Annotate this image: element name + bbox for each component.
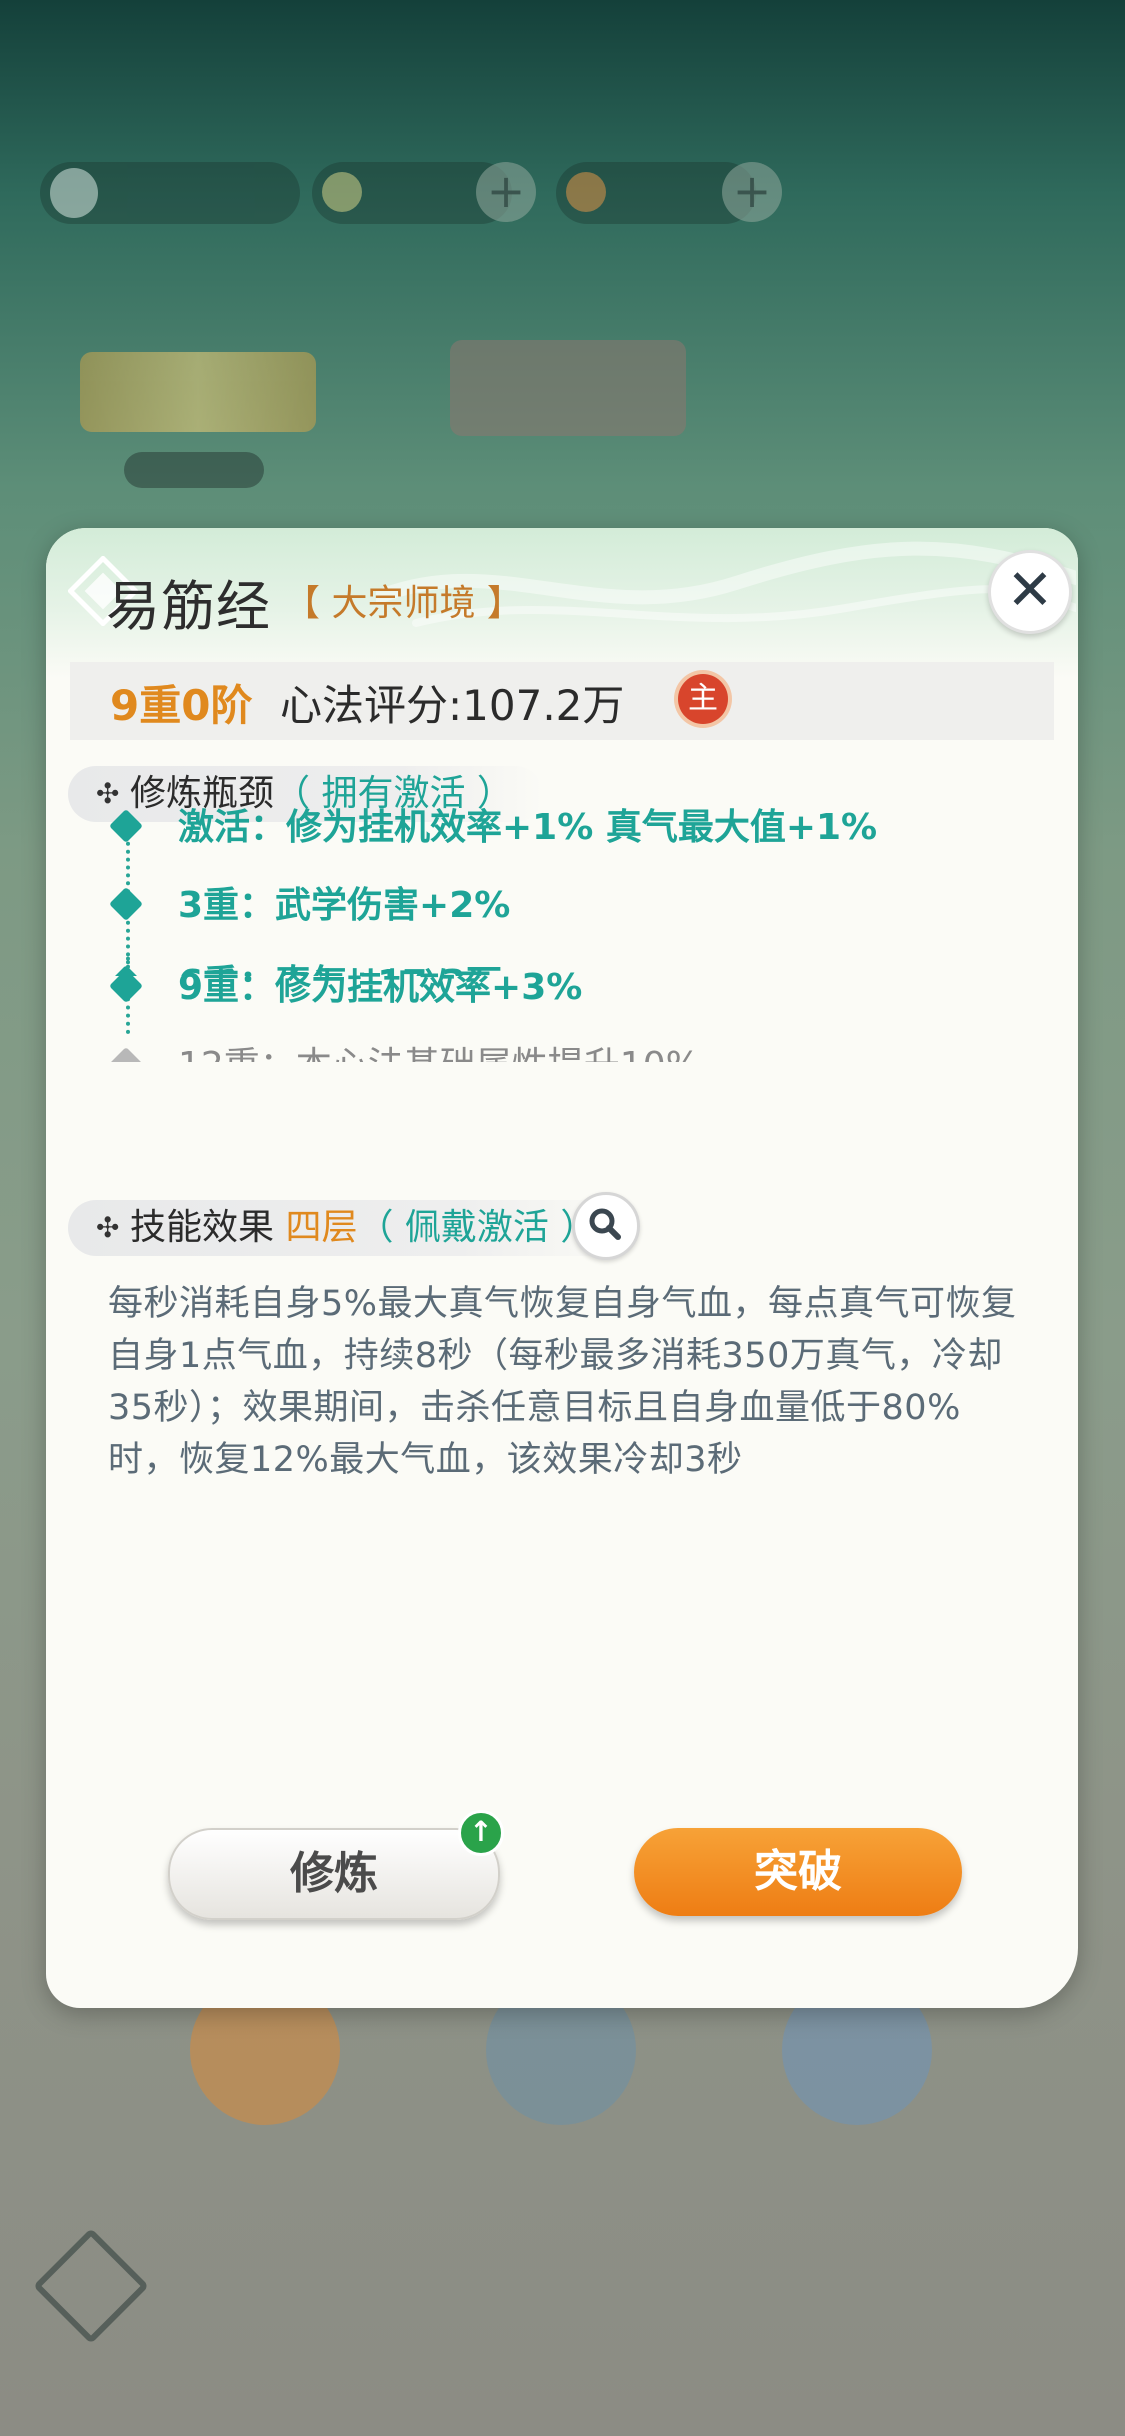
bottleneck-text: 3重：武学伤害+2% [178,885,511,926]
skill-status: （ 佩戴激活 ） [357,1207,597,1248]
active-gem-icon [109,887,143,921]
magnifier-icon [589,1208,621,1240]
main-badge: 主 [678,674,728,724]
level-text: 9重0阶 [110,681,253,730]
gold-leaf-icon [322,172,362,212]
skill-search-button[interactable] [572,1192,640,1260]
sparkle-icon: ✣ [96,1211,120,1244]
skill-tier: 四层 [285,1207,358,1248]
inactive-gem-icon [109,1047,143,1062]
active-gem-icon [109,969,143,1003]
list-item: 3重：武学伤害+2% [70,876,1030,936]
breakthrough-button[interactable]: 突破 [634,1828,962,1916]
fire-plus-icon[interactable]: + [722,162,782,222]
skill-detail-dialog: 易筋经 【 大宗师境 】 ✕ 9重0阶 心法评分:107.2万 主 ✣ 修炼瓶颈… [46,528,1078,2008]
skill-title: 易筋经 [106,575,271,638]
skill-description: 每秒消耗自身5%最大真气恢复自身气血，每点真气可恢复自身1点气血，持续8秒（每秒… [108,1284,1017,1480]
bottleneck-text: 激活：修为挂机效率+1% 真气最大值+1% [178,807,878,848]
list-item: 9重：修为挂机效率+3% [70,958,1030,1018]
list-item: 激活：修为挂机效率+1% 真气最大值+1% [70,798,1030,858]
bg-banner-thumb [80,352,316,432]
bottleneck-text: 9重：修为挂机效率+3% [178,967,583,1008]
player-resource-pill [40,162,300,224]
realm-label: 【 大宗师境 】 [284,583,523,624]
close-icon[interactable]: ✕ [988,550,1072,634]
list-item: 12重：本心法基础属性提升10% [70,1036,1030,1062]
bottleneck-text: 12重：本心法基础属性提升10% [178,1036,700,1062]
skill-effect-header: ✣ 技能效果 四层（ 佩戴激活 ） [68,1200,627,1256]
bottleneck-list-continued[interactable]: 9重：修为挂机效率+3% 12重：本心法基础属性提升10% [70,954,1030,1216]
player-icon [50,168,98,218]
bg-image-thumb [450,340,686,436]
score-text: 心法评分:107.2万 [280,681,625,730]
gold-plus-icon[interactable]: + [476,162,536,222]
score-bar: 9重0阶 心法评分:107.2万 主 [70,662,1054,740]
active-gem-icon [109,809,143,843]
fire-orb-icon [566,172,606,212]
bottleneck-list[interactable]: 激活：修为挂机效率+1% 真气最大值+1% 3重：武学伤害+2% 6重：真气+1… [70,798,1030,976]
bg-tag [124,452,264,488]
cultivate-button[interactable]: 修炼 [168,1828,500,1920]
skill-label: 技能效果 [130,1207,275,1248]
bg-menu-icon [33,2228,149,2344]
upgrade-arrow-icon: ↑ [458,1810,504,1856]
